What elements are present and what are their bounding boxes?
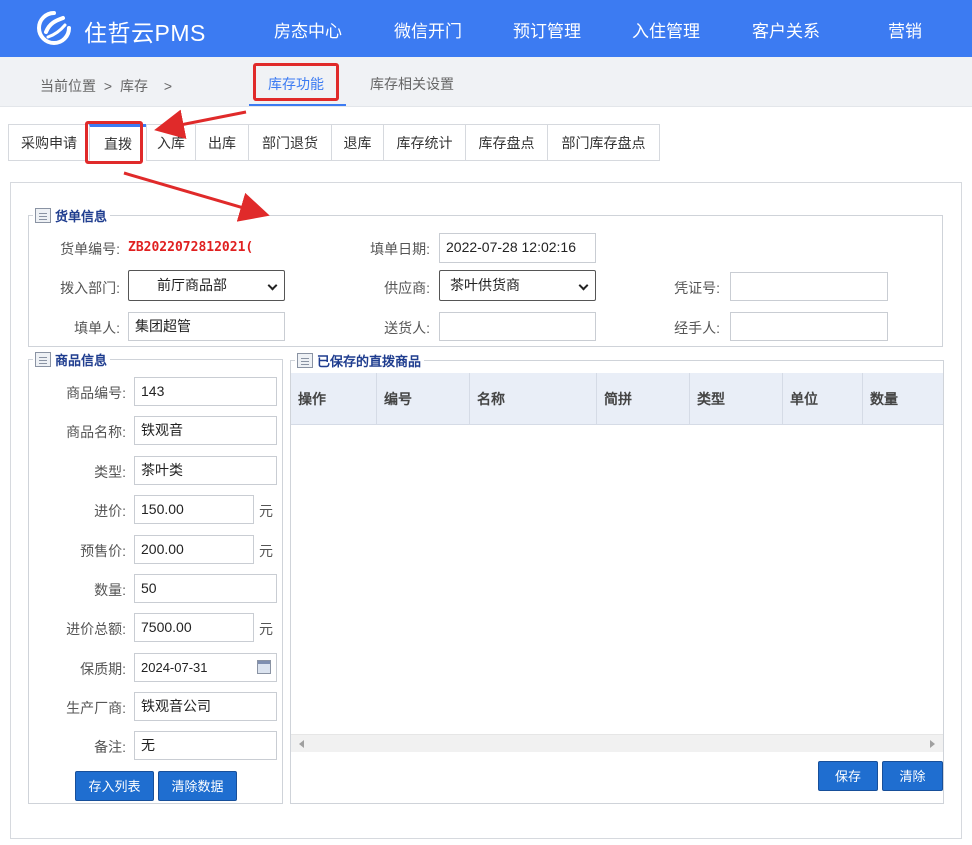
annotation-arrows xyxy=(123,109,270,222)
annotation-arrow-to-tab xyxy=(154,109,247,140)
annotation-arrow-to-form xyxy=(123,171,270,222)
